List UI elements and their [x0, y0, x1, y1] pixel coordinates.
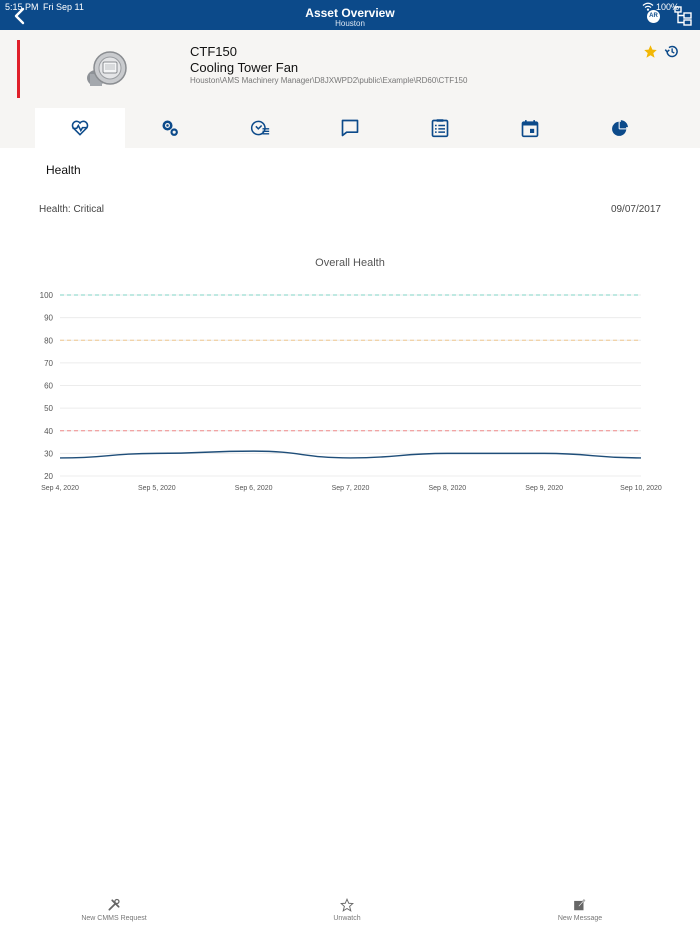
x-tick-label: Sep 5, 2020 [138, 485, 176, 492]
new-message-label: New Message [557, 915, 603, 922]
section-title: Health [46, 163, 81, 177]
unwatch-label: Unwatch [333, 915, 361, 922]
y-tick-label: 50 [44, 404, 53, 413]
y-tick-label: 80 [44, 336, 53, 345]
bottom-toolbar: New CMMS Request Unwatch New Message [0, 890, 700, 934]
transmitter-device-image [87, 51, 127, 86]
history-icon[interactable] [664, 44, 679, 59]
overall-health-chart: 20 30 40 50 60 70 80 90 100 Sep 4, 2020 Sep 5, 202… [40, 291, 662, 492]
page-title: Asset Overview [305, 6, 395, 20]
tab-messages[interactable] [305, 108, 395, 148]
y-tick-label: 60 [44, 382, 53, 391]
compose-icon [574, 899, 586, 911]
hierarchy-icon[interactable] [674, 6, 692, 26]
y-tick-label: 100 [40, 291, 54, 300]
y-tick-label: 40 [44, 427, 53, 436]
health-date: 09/07/2017 [610, 204, 661, 215]
calendar-icon [521, 120, 539, 138]
asset-name: Cooling Tower Fan [190, 60, 299, 75]
tab-bar [35, 108, 665, 148]
tab-measurements[interactable] [215, 108, 305, 148]
x-tick-label: Sep 10, 2020 [620, 485, 662, 492]
tab-calendar[interactable] [485, 108, 575, 148]
y-tick-label: 90 [44, 314, 53, 323]
x-tick-label: Sep 7, 2020 [332, 485, 370, 492]
tab-health[interactable] [35, 108, 125, 148]
checklist-icon [431, 119, 449, 138]
unwatch-button[interactable]: Unwatch [277, 898, 417, 922]
new-message-button[interactable]: New Message [510, 898, 650, 922]
health-series-line [59, 450, 642, 459]
favorite-star-icon[interactable] [643, 44, 658, 59]
navigation-bar: 5:15 PM Fri Sep 11 Asset Overview Housto… [0, 0, 700, 30]
page-subtitle: Houston [335, 19, 365, 28]
asset-path: Houston\AMS Machinery Manager\D8JXWPD2\p… [190, 76, 468, 85]
chart-title: Overall Health [315, 257, 385, 269]
message-icon [341, 119, 359, 137]
x-tick-label: Sep 9, 2020 [525, 485, 563, 492]
pie-chart-icon [612, 120, 628, 136]
ar-badge[interactable]: AR [647, 10, 660, 23]
tools-icon [108, 898, 120, 911]
tab-reports[interactable] [575, 108, 665, 148]
tab-parameters[interactable] [125, 108, 215, 148]
x-tick-label: Sep 8, 2020 [428, 485, 466, 492]
health-status: Health: Critical [39, 204, 105, 215]
gauge-list-icon [250, 120, 270, 136]
gears-icon [162, 120, 178, 136]
heartbeat-icon [71, 120, 89, 136]
tab-tasks[interactable] [395, 108, 485, 148]
new-cmms-request-label: New CMMS Request [81, 915, 147, 922]
y-tick-label: 20 [44, 472, 53, 481]
asset-header: CTF150 Cooling Tower Fan Houston\AMS Mac… [0, 30, 700, 148]
alert-indicator [17, 40, 20, 98]
star-outline-icon [340, 898, 354, 912]
y-tick-label: 30 [44, 449, 53, 458]
x-tick-label: Sep 4, 2020 [41, 485, 79, 492]
x-tick-label: Sep 6, 2020 [235, 485, 273, 492]
y-tick-label: 70 [44, 359, 53, 368]
asset-id: CTF150 [190, 44, 237, 59]
new-cmms-request-button[interactable]: New CMMS Request [44, 898, 184, 922]
